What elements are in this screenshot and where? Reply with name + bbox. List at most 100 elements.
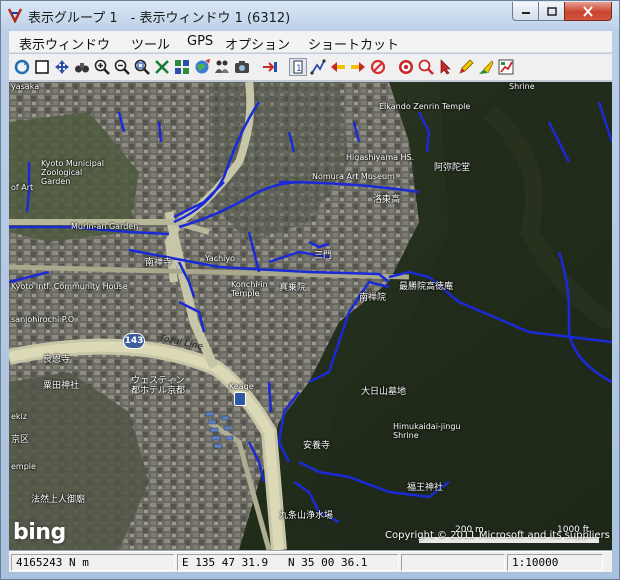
map-label: Shrine	[509, 82, 535, 91]
minimize-icon	[521, 12, 530, 14]
pan-icon	[55, 60, 69, 74]
menu-view-window[interactable]: 表示ウィンドウ	[19, 34, 110, 53]
prev-icon	[331, 62, 345, 72]
map-label: Eikando Zenrin Temple	[379, 102, 471, 111]
menu-bar: 表示ウィンドウ ツール GPS オプション ショートカット	[9, 31, 612, 53]
map-label: 南禅寺	[145, 258, 173, 268]
zoom-in-icon	[94, 59, 110, 75]
status-scale: 1:10000	[507, 554, 603, 571]
select-area-icon	[35, 60, 49, 74]
no-entry-button[interactable]	[369, 58, 387, 76]
svg-text:1: 1	[296, 64, 302, 74]
camera-button[interactable]	[233, 58, 251, 76]
maximize-button[interactable]	[538, 2, 565, 21]
route-shield-143: 143	[123, 333, 145, 349]
maximize-icon	[546, 6, 557, 16]
pointer-mode-button[interactable]: 1	[289, 58, 307, 76]
map-label: 京区	[11, 435, 30, 445]
arrow-cursor-button[interactable]	[437, 58, 455, 76]
map-label: emple	[11, 462, 36, 471]
map-label: 大日山墓地	[361, 387, 407, 397]
menu-options[interactable]: オプション	[225, 34, 290, 53]
add-point-button[interactable]	[261, 58, 279, 76]
menu-tools[interactable]: ツール	[131, 34, 170, 53]
grid-icon	[155, 60, 169, 74]
map-label: Kyoto Intl. Community House	[11, 282, 128, 291]
map-label: Himukaidai-jingu Shrine	[393, 422, 461, 440]
people-button[interactable]	[213, 58, 231, 76]
window-title: 表示グループ 1 - 表示ウィンドウ 1 (6312)	[28, 11, 291, 26]
map-label: ウェスティン 都ホテル京都	[131, 376, 186, 396]
route-button[interactable]	[309, 58, 327, 76]
map-label: Nomura Art Museum	[312, 172, 395, 181]
prev-button[interactable]	[329, 58, 347, 76]
toolbar: 1	[9, 54, 612, 81]
map-label: 最勝院高徳庵	[399, 282, 454, 292]
title-bar[interactable]: 表示グループ 1 - 表示ウィンドウ 1 (6312)	[1, 1, 619, 29]
grid-button[interactable]	[153, 58, 171, 76]
globe-button[interactable]	[193, 58, 211, 76]
scale-label-ft: 1000 ft	[557, 525, 590, 535]
next-button[interactable]	[349, 58, 367, 76]
pencil-button[interactable]	[457, 58, 475, 76]
binoculars-button[interactable]	[73, 58, 91, 76]
map-label: Konchi-in Temple	[231, 280, 268, 298]
refresh-button[interactable]	[13, 58, 31, 76]
menu-gps[interactable]: GPS	[187, 34, 213, 49]
menu-shortcuts[interactable]: ショートカット	[308, 34, 399, 53]
status-bar: 4165243 N m E 135 47 31.9 N 35 00 36.1 1…	[9, 551, 612, 572]
zoom-out-icon	[114, 59, 130, 75]
target-button[interactable]	[397, 58, 415, 76]
arrow-cursor-icon	[440, 59, 451, 75]
satellite-imagery	[9, 82, 612, 550]
next-icon	[351, 62, 365, 72]
map-label: 九条山浄水場	[279, 511, 334, 521]
pencil-icon	[459, 59, 474, 74]
binoculars-icon	[75, 63, 89, 73]
pointer-icon: 1	[293, 60, 303, 74]
pan-button[interactable]	[53, 58, 71, 76]
search-icon	[418, 59, 434, 75]
zoom-out-button[interactable]	[113, 58, 131, 76]
search-button[interactable]	[417, 58, 435, 76]
map-label: Yachiyo	[205, 254, 236, 263]
target-icon	[399, 60, 413, 74]
zoom-fit-icon	[134, 59, 150, 75]
route-icon	[310, 59, 326, 75]
layers-button[interactable]	[173, 58, 191, 76]
zoom-fit-button[interactable]	[133, 58, 151, 76]
map-label: ekiz	[11, 412, 27, 421]
map-label: 南禅院	[359, 293, 387, 303]
minimize-button[interactable]	[512, 2, 539, 21]
status-northing: 4165243 N m	[11, 554, 175, 571]
close-icon	[583, 5, 593, 17]
app-icon	[7, 8, 23, 23]
status-blank	[401, 554, 505, 571]
map-label: Higashiyama HS.	[346, 153, 415, 162]
map-view[interactable]: yasaka Shrine Eikando Zenrin Temple Kyot…	[9, 82, 612, 550]
brush-icon	[479, 60, 494, 74]
brush-button[interactable]	[477, 58, 495, 76]
zoom-in-button[interactable]	[93, 58, 111, 76]
scale-label-m: 200 m	[455, 525, 484, 535]
map-label: 三門	[314, 251, 333, 261]
add-point-icon	[263, 62, 277, 72]
close-button[interactable]	[564, 2, 612, 21]
map-label: 福王神社	[407, 483, 444, 493]
map-label: 良恩寺	[43, 355, 71, 365]
select-area-button[interactable]	[33, 58, 51, 76]
map-label: 法然上人御廟	[31, 495, 86, 505]
map-label: 真乗院	[279, 283, 307, 293]
map-label: 粟田神社	[43, 381, 80, 391]
app-window: 表示グループ 1 - 表示ウィンドウ 1 (6312) 表示ウィンドウ ツール …	[0, 0, 620, 580]
map-label: 阿弥陀堂	[434, 163, 471, 173]
bing-logo: bing	[13, 520, 66, 545]
chart-button[interactable]	[497, 58, 515, 76]
refresh-icon	[14, 59, 30, 75]
no-entry-icon	[370, 59, 386, 75]
chart-icon	[498, 59, 514, 75]
layers-icon	[175, 60, 189, 74]
map-label: 洛東高	[373, 195, 401, 205]
map-label: yasaka	[11, 82, 40, 91]
map-label: sanjohirochi P.O.	[11, 315, 77, 324]
